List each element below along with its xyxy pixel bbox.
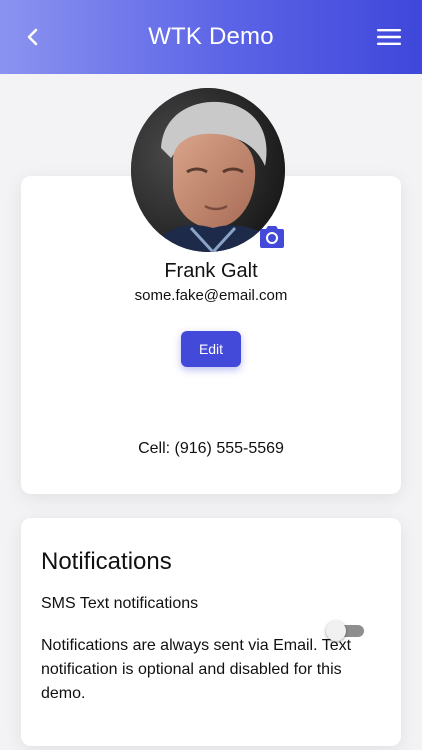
profile-name: Frank Galt — [164, 260, 258, 282]
edit-button[interactable]: Edit — [181, 331, 241, 367]
cell-phone: Cell: (916) 555-5569 — [138, 440, 284, 457]
toggle-knob — [326, 621, 346, 641]
change-photo-button[interactable] — [257, 224, 287, 250]
camera-icon — [260, 226, 284, 248]
sms-notifications-toggle[interactable] — [326, 621, 366, 641]
hamburger-menu-icon — [377, 29, 401, 45]
notifications-title: Notifications — [41, 548, 172, 575]
app-title: WTK Demo — [148, 23, 274, 50]
notifications-description: Notifications are always sent via Email.… — [41, 637, 352, 702]
avatar-container — [131, 88, 285, 252]
chevron-left-icon — [27, 28, 38, 46]
sms-notifications-label: SMS Text notifications — [41, 595, 199, 612]
app-bar: WTK Demo — [0, 0, 422, 74]
menu-button[interactable] — [374, 22, 404, 52]
back-button[interactable] — [18, 22, 48, 52]
notifications-card: Notifications SMS Text notifications Not… — [21, 518, 401, 746]
profile-email: some.fake@email.com — [134, 287, 288, 304]
